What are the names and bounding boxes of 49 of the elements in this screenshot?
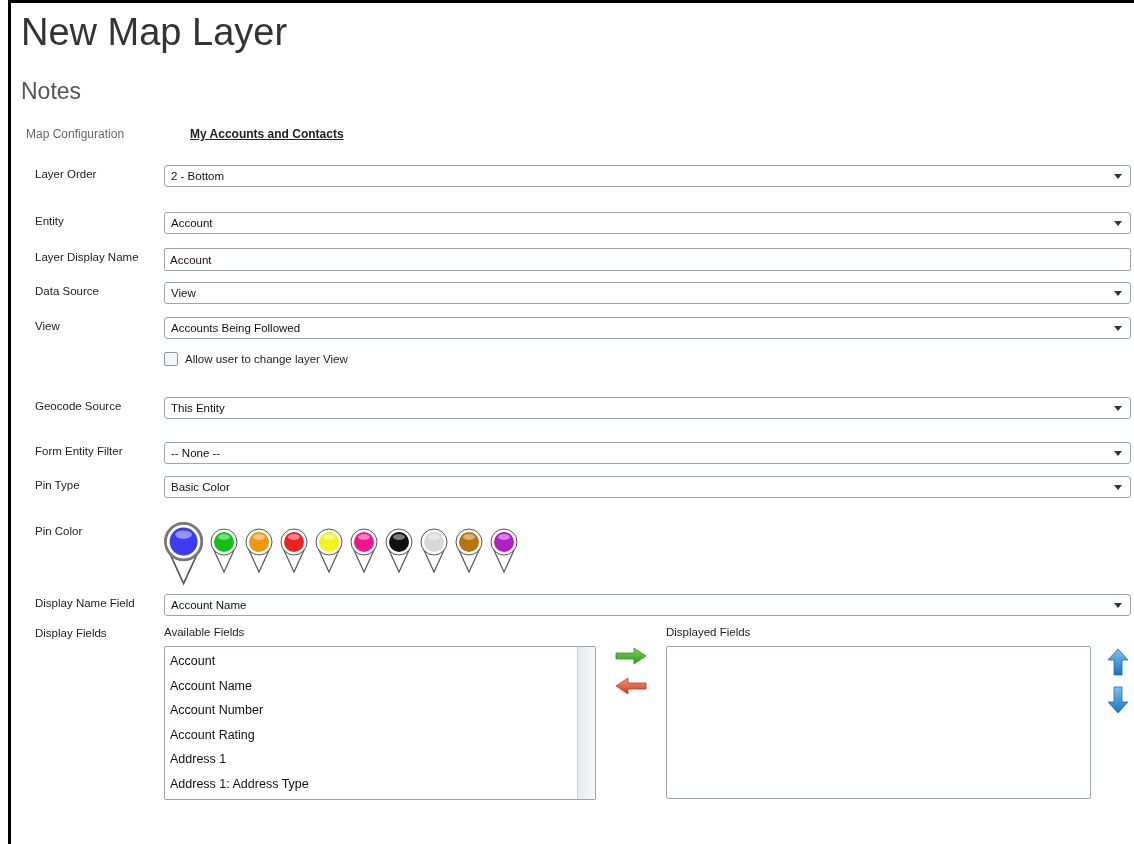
list-heading: Available Fields (164, 626, 246, 638)
text-field[interactable]: Account (164, 248, 1131, 271)
down-arrow-icon[interactable] (1107, 686, 1129, 714)
section-heading: Notes (21, 78, 83, 105)
up-arrow-icon[interactable] (1107, 648, 1129, 676)
checkbox[interactable] (164, 352, 178, 366)
field-label: Form Entity Filter (35, 445, 123, 457)
dropdown-caret-icon (1114, 220, 1122, 226)
dropdown-caret-icon (1114, 290, 1122, 296)
field-label: Display Name Field (35, 597, 135, 609)
list-item[interactable]: Address 1: Address Type (170, 771, 572, 797)
field-label: Data Source (35, 285, 99, 297)
field-label: Layer Display Name (35, 251, 139, 263)
available-fields-list[interactable]: Account Account Name Account Number Account Rating Address 1 Address 1: Address Type (164, 646, 596, 800)
dropdown-caret-icon (1114, 173, 1122, 179)
dropdown-caret-icon (1114, 325, 1122, 331)
list-heading: Displayed Fields (666, 626, 752, 638)
dropdown[interactable]: This Entity (164, 397, 1131, 419)
list-item[interactable]: Account Number (170, 698, 572, 723)
field-label: Pin Color (35, 525, 83, 537)
dropdown[interactable]: Account Name (164, 594, 1131, 616)
list-item[interactable]: Account Rating (170, 722, 572, 748)
field-label: Entity (35, 215, 64, 227)
field-label: Geocode Source (35, 400, 122, 412)
displayed-fields-list[interactable] (666, 646, 1091, 799)
dropdown-caret-icon (1114, 405, 1122, 411)
field-label: Layer Order (35, 168, 97, 180)
list-item[interactable]: Account Name (170, 673, 572, 699)
list-item[interactable]: Account (170, 649, 572, 674)
dropdown[interactable]: View (164, 282, 1131, 304)
remove-arrow-icon[interactable] (615, 676, 647, 696)
dropdown[interactable]: 2 - Bottom (164, 165, 1131, 187)
page-title: New Map Layer (21, 11, 289, 54)
dropdown-caret-icon (1114, 484, 1122, 490)
add-arrow-icon[interactable] (615, 646, 647, 666)
dropdown[interactable]: Account (164, 212, 1131, 234)
checkbox-label: Allow user to change layer View (185, 353, 348, 365)
dropdown-caret-icon (1114, 602, 1122, 608)
list-item[interactable]: Address 1 (170, 747, 572, 772)
scrollbar[interactable] (577, 647, 595, 799)
dropdown[interactable]: Accounts Being Followed (164, 317, 1131, 339)
configuration-link[interactable]: My Accounts and Contacts (190, 127, 344, 141)
field-label: Map Configuration (26, 127, 126, 141)
field-label: View (35, 320, 60, 332)
dropdown-caret-icon (1114, 450, 1122, 456)
field-label: Display Fields (35, 627, 107, 639)
dropdown[interactable]: Basic Color (164, 476, 1131, 498)
dropdown[interactable]: -- None -- (164, 442, 1131, 464)
field-label: Pin Type (35, 479, 80, 491)
